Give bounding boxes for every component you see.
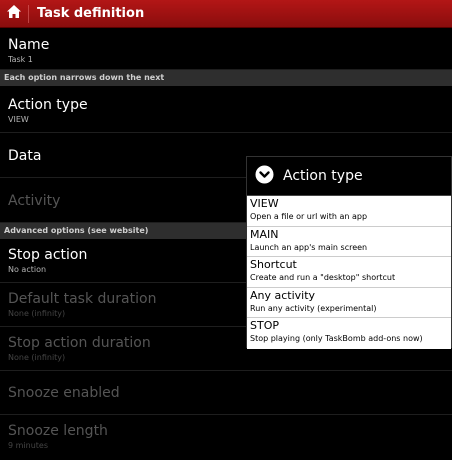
pref-action-type-summary: VIEW <box>8 115 29 124</box>
option-label: MAIN <box>250 227 279 241</box>
option-stop[interactable]: STOP Stop playing (only TaskBomb add-ons… <box>247 318 451 349</box>
home-button[interactable] <box>0 0 28 28</box>
pref-snooze-length-title: Snooze length <box>8 423 108 439</box>
action-bar: Task definition <box>0 0 452 28</box>
dialog-header: Action type <box>247 157 451 196</box>
home-icon <box>6 4 22 23</box>
pref-name[interactable]: Name Task 1 <box>0 28 452 70</box>
option-main[interactable]: MAIN Launch an app's main screen <box>247 226 451 257</box>
pref-stop-action-duration-summary: None (infinity) <box>8 353 66 362</box>
pref-snooze-length-summary: 9 minutes <box>8 441 49 450</box>
pref-name-title: Name <box>8 37 50 53</box>
action-bar-divider <box>28 4 29 23</box>
option-description: Create and run a "desktop" shortcut <box>250 273 396 282</box>
option-any-activity[interactable]: Any activity Run any activity (experimen… <box>247 287 451 318</box>
action-type-dialog: Action type VIEW Open a file or url with… <box>246 156 452 349</box>
pref-snooze-length: Snooze length 9 minutes <box>0 415 452 459</box>
option-shortcut[interactable]: Shortcut Create and run a "desktop" shor… <box>247 257 451 288</box>
chevron-down-icon <box>255 165 274 188</box>
dialog-title: Action type <box>283 168 363 184</box>
option-label: VIEW <box>250 197 279 210</box>
option-description: Stop playing (only TaskBomb add-ons now) <box>250 334 423 343</box>
option-label: Shortcut <box>250 258 297 271</box>
option-view[interactable]: VIEW Open a file or url with an app <box>247 196 451 227</box>
pref-action-type-title: Action type <box>8 97 88 113</box>
option-description: Open a file or url with an app <box>250 212 368 221</box>
category-header-basic: Each option narrows down the next <box>0 70 452 86</box>
option-description: Launch an app's main screen <box>250 242 368 252</box>
option-label: Any activity <box>250 288 316 302</box>
page-title: Task definition <box>37 6 145 21</box>
pref-action-type[interactable]: Action type VIEW <box>0 86 452 133</box>
pref-name-summary: Task 1 <box>8 55 33 64</box>
option-description: Run any activity (experimental) <box>250 303 377 313</box>
option-label: STOP <box>250 319 279 332</box>
pref-snooze-enabled-title: Snooze enabled <box>8 385 120 401</box>
pref-snooze-enabled: Snooze enabled <box>0 371 452 415</box>
